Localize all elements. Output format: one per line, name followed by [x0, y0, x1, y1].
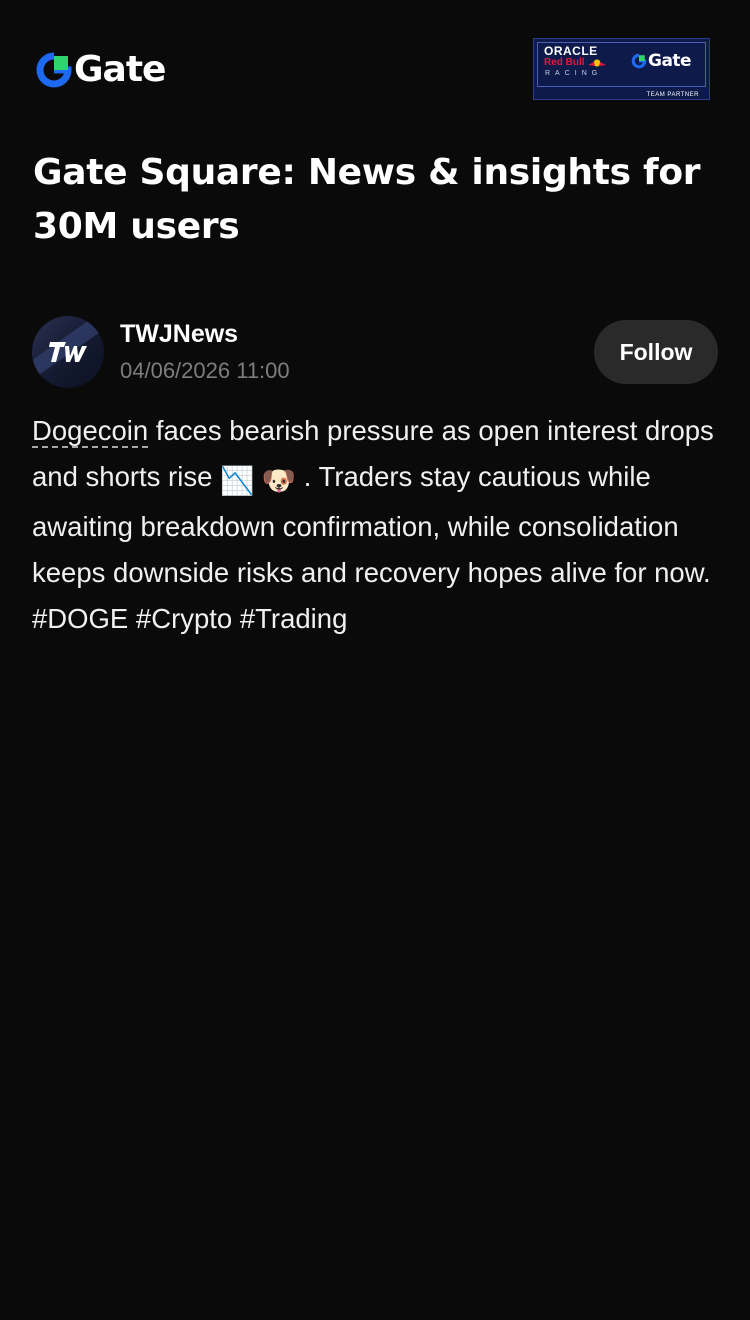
hashtag-doge[interactable]: #DOGE — [32, 603, 128, 634]
post-body: Dogecoin faces bearish pressure as open … — [32, 408, 722, 642]
page-title: Gate Square: News & insights for 30M use… — [33, 152, 701, 247]
post-timestamp: 04/06/2026 11:00 — [120, 358, 290, 383]
partner-redbull: Red Bull — [544, 57, 606, 68]
hashtag-crypto[interactable]: #Crypto — [136, 603, 232, 634]
partner-gate-text: Gate — [648, 51, 692, 71]
partner-racing-text: RACING — [545, 70, 603, 77]
partner-caption: TEAM PARTNER — [646, 92, 699, 98]
chart-decreasing-emoji: 📉 — [220, 465, 255, 496]
gate-logo-icon — [36, 52, 72, 88]
partner-redbull-text: Red Bull — [544, 57, 585, 68]
author-avatar[interactable] — [32, 316, 104, 388]
author-name[interactable]: TWJNews — [120, 318, 238, 350]
dog-face-emoji: 🐶 — [261, 465, 297, 496]
header: Gate ORACLE Red Bull RACING Gate TEAM PA… — [0, 0, 750, 140]
brand-logo[interactable]: Gate — [36, 49, 166, 90]
follow-button[interactable]: Follow — [594, 320, 718, 384]
red-bull-icon — [587, 59, 606, 66]
brand-name: Gate — [74, 49, 166, 90]
gate-logo-small-icon — [631, 53, 647, 69]
partner-oracle-text: ORACLE — [544, 44, 598, 58]
hashtag-trading[interactable]: #Trading — [240, 603, 348, 634]
team-partner-badge: ORACLE Red Bull RACING Gate TEAM PARTNER — [533, 38, 710, 100]
twj-logo-icon — [49, 342, 87, 362]
coin-link-dogecoin[interactable]: Dogecoin — [32, 415, 149, 448]
partner-gate-logo: Gate — [631, 51, 692, 71]
